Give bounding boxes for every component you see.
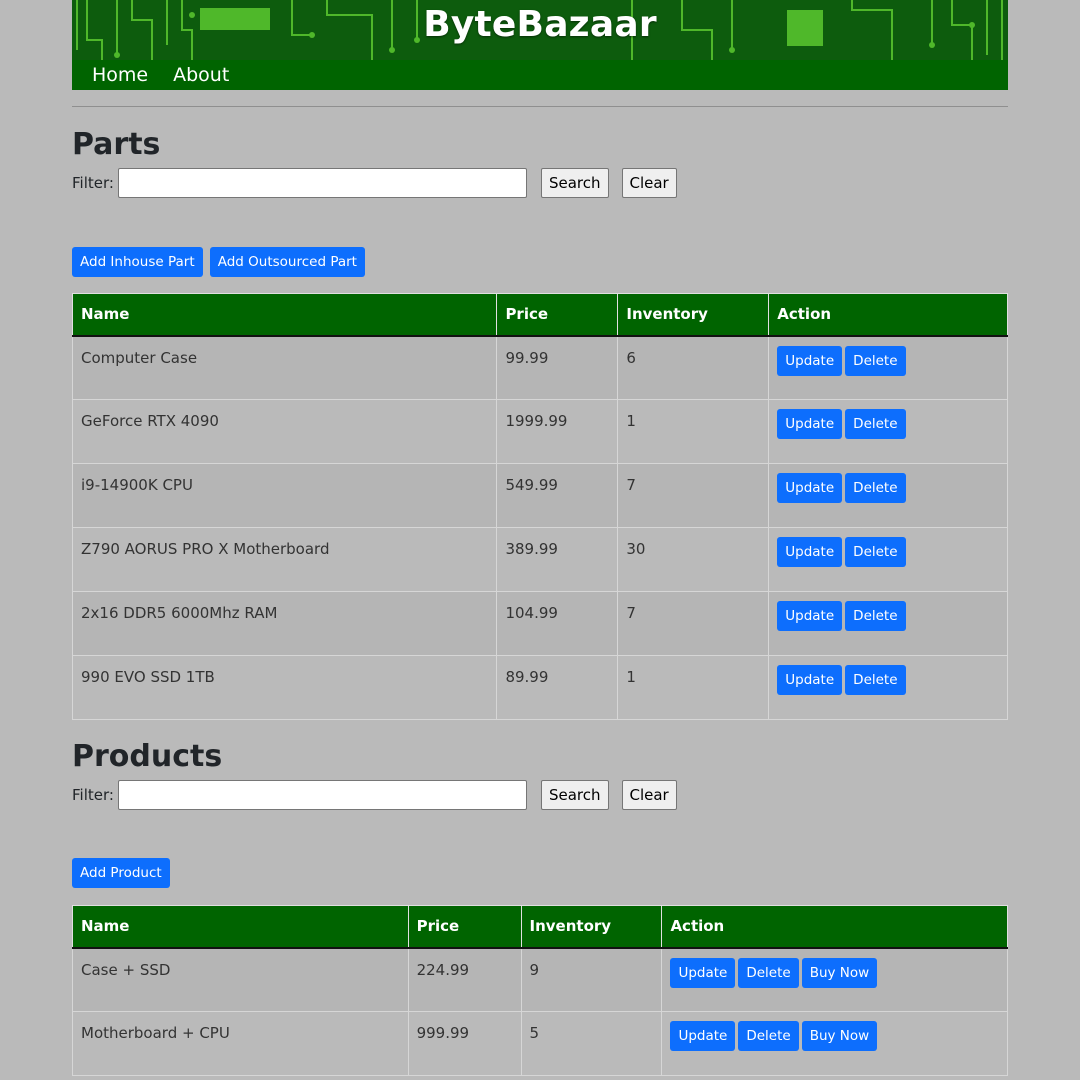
part-name: i9-14900K CPU [71, 463, 498, 528]
product-inventory: 9 [520, 947, 663, 1012]
table-row: 990 EVO SSD 1TB 89.99 1 Update Delete [71, 655, 1008, 720]
part-price: 99.99 [496, 335, 619, 400]
part-name: 2x16 DDR5 6000Mhz RAM [71, 591, 498, 656]
product-name: Case + SSD [72, 947, 409, 1012]
part-actions: Update Delete [768, 527, 1008, 592]
part-actions: Update Delete [768, 655, 1008, 720]
products-add-buttons: Add Product [72, 858, 1008, 888]
part-name: 990 EVO SSD 1TB [71, 655, 498, 720]
part-inventory: 1 [617, 655, 770, 720]
product-name: Motherboard + CPU [72, 1011, 409, 1076]
part-inventory: 6 [617, 335, 770, 400]
parts-filter-input[interactable] [117, 168, 527, 198]
product-price: 999.99 [407, 1011, 522, 1076]
delete-button[interactable]: Delete [845, 665, 906, 695]
part-name: Computer Case [71, 335, 498, 400]
col-header-price: Price [407, 905, 522, 949]
header-banner: ByteBazaar [72, 0, 1008, 60]
part-price: 104.99 [496, 591, 619, 656]
products-heading: Products [72, 739, 223, 774]
part-inventory: 7 [617, 463, 770, 528]
table-row: Motherboard + CPU 999.99 5 Update Delete B… [72, 1011, 1008, 1076]
update-button[interactable]: Update [670, 1021, 736, 1051]
part-price: 1999.99 [496, 399, 619, 464]
products-table-header: Name Price Inventory Action [72, 905, 1008, 949]
product-actions: Update Delete Buy Now [661, 1011, 1008, 1076]
add-inhouse-part-button[interactable]: Add Inhouse Part [72, 247, 203, 277]
col-header-name: Name [72, 905, 409, 949]
update-button[interactable]: Update [777, 601, 843, 631]
delete-button[interactable]: Delete [845, 601, 906, 631]
col-header-name: Name [71, 293, 498, 337]
main-nav: Home About [72, 60, 1008, 90]
table-row: Computer Case 99.99 6 Update Delete [71, 335, 1008, 400]
parts-clear-button[interactable]: Clear [621, 168, 677, 198]
col-header-action: Action [661, 905, 1008, 949]
header-divider [72, 106, 1008, 107]
col-header-inventory: Inventory [520, 905, 663, 949]
table-row: Z790 AORUS PRO X Motherboard 389.99 30 U… [71, 527, 1008, 592]
products-filter-input[interactable] [117, 780, 527, 810]
update-button[interactable]: Update [670, 957, 736, 988]
col-header-inventory: Inventory [617, 293, 770, 337]
nav-about-link[interactable]: About [173, 64, 229, 86]
products-table: Name Price Inventory Action Case + SSD 2… [72, 905, 1008, 1076]
part-actions: Update Delete [768, 335, 1008, 400]
part-inventory: 7 [617, 591, 770, 656]
products-search-button[interactable]: Search [540, 780, 609, 810]
part-price: 89.99 [496, 655, 619, 720]
products-clear-button[interactable]: Clear [621, 780, 677, 810]
col-header-action: Action [768, 293, 1008, 337]
part-name: GeForce RTX 4090 [71, 399, 498, 464]
update-button[interactable]: Update [777, 473, 843, 503]
product-price: 224.99 [407, 947, 522, 1012]
part-price: 549.99 [496, 463, 619, 528]
buy-now-button[interactable]: Buy Now [801, 1021, 878, 1051]
col-header-price: Price [496, 293, 619, 337]
parts-filter-row: Filter: Search Clear [72, 168, 1008, 198]
parts-add-buttons: Add Inhouse Part Add Outsourced Part [72, 247, 1008, 277]
add-outsourced-part-button[interactable]: Add Outsourced Part [209, 247, 365, 277]
part-name: Z790 AORUS PRO X Motherboard [71, 527, 498, 592]
part-actions: Update Delete [768, 399, 1008, 464]
product-inventory: 5 [520, 1011, 663, 1076]
part-inventory: 30 [617, 527, 770, 592]
nav-home-link[interactable]: Home [92, 64, 148, 86]
delete-button[interactable]: Delete [738, 1021, 799, 1051]
delete-button[interactable]: Delete [845, 537, 906, 567]
table-row: GeForce RTX 4090 1999.99 1 Update Delete [71, 399, 1008, 464]
table-row: 2x16 DDR5 6000Mhz RAM 104.99 7 Update Del… [71, 591, 1008, 656]
parts-filter-label: Filter: [72, 174, 114, 192]
parts-search-button[interactable]: Search [540, 168, 609, 198]
products-filter-label: Filter: [72, 786, 114, 804]
part-actions: Update Delete [768, 591, 1008, 656]
update-button[interactable]: Update [777, 665, 843, 695]
update-button[interactable]: Update [777, 537, 843, 567]
delete-button[interactable]: Delete [738, 957, 799, 988]
update-button[interactable]: Update [777, 409, 843, 439]
parts-table-header: Name Price Inventory Action [71, 293, 1008, 337]
delete-button[interactable]: Delete [845, 473, 906, 503]
table-row: Case + SSD 224.99 9 Update Delete Buy Now [72, 947, 1008, 1012]
buy-now-button[interactable]: Buy Now [801, 957, 878, 988]
table-row: i9-14900K CPU 549.99 7 Update Delete [71, 463, 1008, 528]
parts-table: Name Price Inventory Action Computer Cas… [71, 293, 1008, 720]
products-filter-row: Filter: Search Clear [72, 780, 1008, 810]
part-price: 389.99 [496, 527, 619, 592]
update-button[interactable]: Update [777, 345, 843, 376]
part-actions: Update Delete [768, 463, 1008, 528]
add-product-button[interactable]: Add Product [72, 858, 170, 888]
part-inventory: 1 [617, 399, 770, 464]
site-title: ByteBazaar [423, 4, 657, 45]
parts-heading: Parts [72, 127, 161, 162]
product-actions: Update Delete Buy Now [661, 947, 1008, 1012]
delete-button[interactable]: Delete [845, 409, 906, 439]
delete-button[interactable]: Delete [845, 345, 906, 376]
